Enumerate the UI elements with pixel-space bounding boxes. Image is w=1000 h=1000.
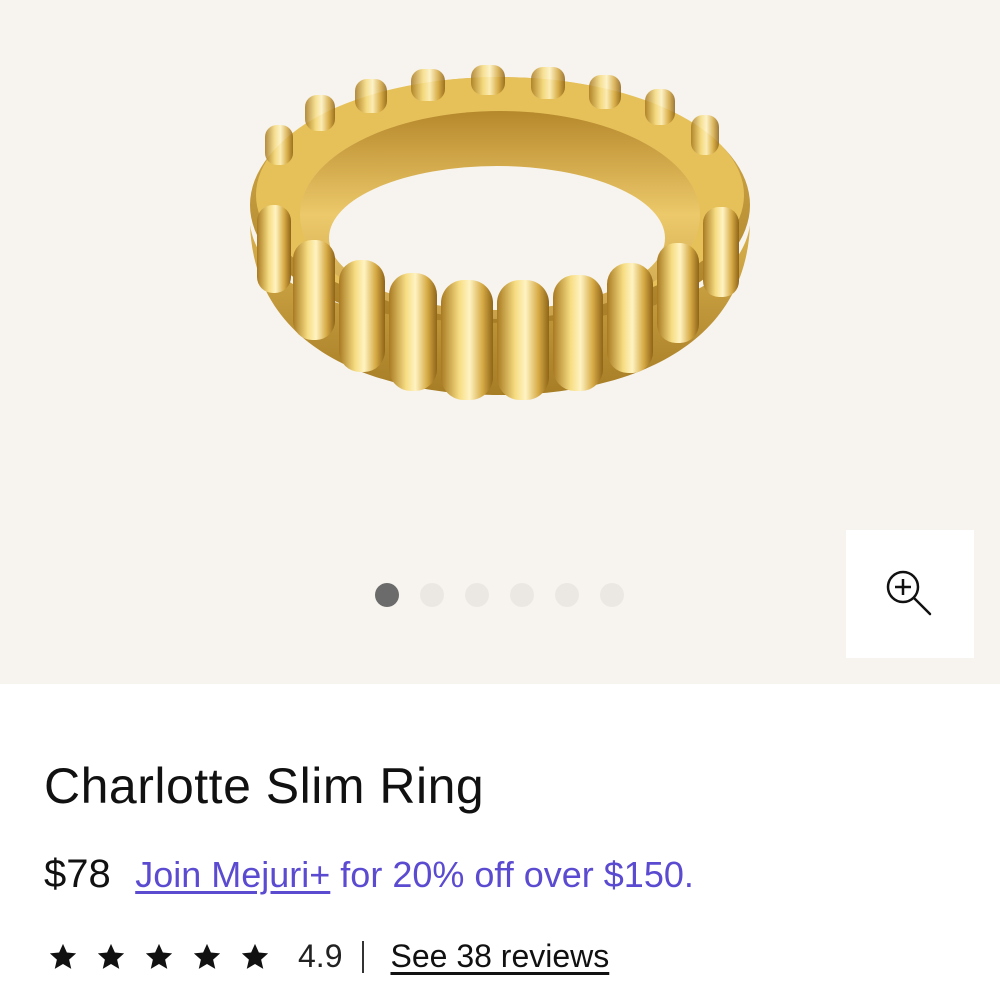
carousel-dot-1[interactable] xyxy=(375,583,399,607)
carousel-dot-6[interactable] xyxy=(600,583,624,607)
zoom-button[interactable] xyxy=(846,530,974,658)
product-image-gold-ring xyxy=(250,65,750,400)
price-row: $78 Join Mejuri+ for 20% off over $150. xyxy=(44,852,694,897)
star-icon xyxy=(193,943,221,969)
rating-value: 4.9 xyxy=(298,938,343,974)
join-membership-link[interactable]: Join Mejuri+ xyxy=(135,854,330,895)
rating-stars xyxy=(48,942,270,972)
rating-row: 4.9 See 38 reviews xyxy=(48,938,609,975)
star-icon xyxy=(49,943,77,969)
carousel-dot-2[interactable] xyxy=(420,583,444,607)
zoom-in-icon xyxy=(886,570,932,616)
carousel-dots xyxy=(375,583,624,607)
star-icon xyxy=(241,943,269,969)
star-icon xyxy=(97,943,125,969)
product-image-gallery[interactable] xyxy=(0,0,1000,684)
product-title: Charlotte Slim Ring xyxy=(44,758,485,814)
see-reviews-link[interactable]: See 38 reviews xyxy=(390,938,609,975)
star-icon xyxy=(145,943,173,969)
carousel-dot-4[interactable] xyxy=(510,583,534,607)
promo-text: for 20% off over $150. xyxy=(330,854,694,895)
membership-promo: Join Mejuri+ for 20% off over $150. xyxy=(135,854,694,895)
product-price: $78 xyxy=(44,852,111,896)
divider xyxy=(362,940,365,973)
carousel-dot-5[interactable] xyxy=(555,583,579,607)
carousel-dot-3[interactable] xyxy=(465,583,489,607)
